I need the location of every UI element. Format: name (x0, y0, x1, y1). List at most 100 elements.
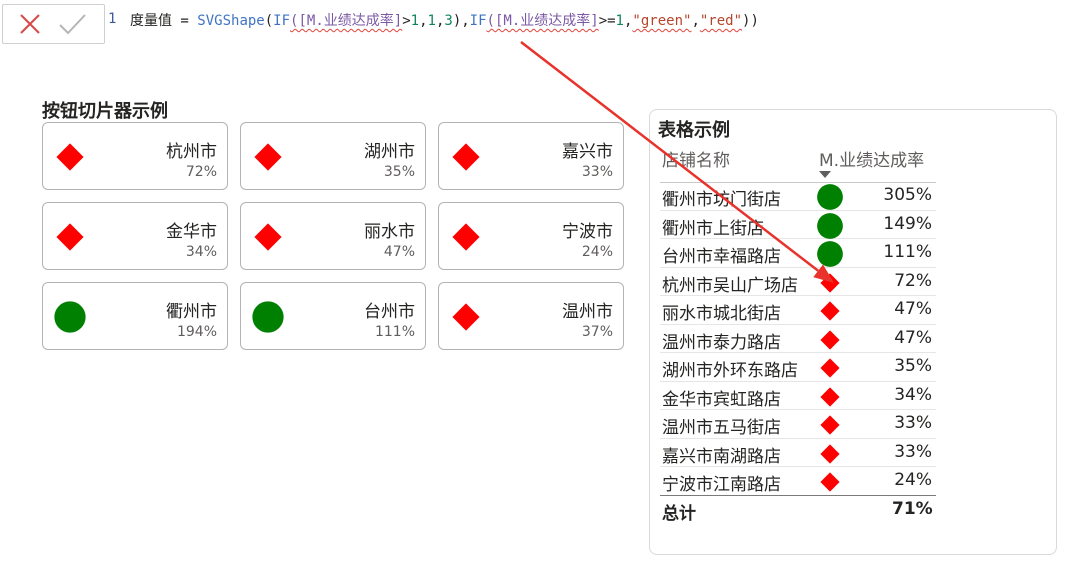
line-number: 1 (108, 11, 117, 27)
diamond-icon (820, 329, 840, 350)
table-row[interactable]: 丽水市城北街店 47% (660, 296, 936, 325)
slicer-tile[interactable]: 金华市 34% (42, 202, 228, 270)
circle-indicator (816, 240, 844, 268)
cancel-formula-button[interactable] (13, 11, 47, 37)
column-header-rate[interactable]: M.业绩达成率 (819, 146, 924, 171)
store-name: 金华市宾虹路店 (662, 389, 781, 410)
diamond-icon (452, 303, 480, 331)
rate-value: 33% (894, 441, 932, 462)
store-name: 杭州市吴山广场店 (662, 275, 798, 296)
table-row[interactable]: 衢州市坊门街店 305% (660, 182, 936, 211)
slicer-tile[interactable]: 丽水市 47% (240, 202, 426, 270)
slicer-tile[interactable]: 宁波市 24% (438, 202, 624, 270)
diamond-indicator (251, 220, 285, 254)
table-row[interactable]: 宁波市江南路店 24% (660, 467, 936, 496)
table-row[interactable]: 杭州市吴山广场店 72% (660, 268, 936, 299)
formula-token: , (419, 13, 428, 29)
table-row[interactable]: 湖州市外环东路店 35% (660, 353, 936, 382)
diamond-indicator (818, 271, 846, 299)
formula-token: 1 (615, 13, 624, 29)
diamond-indicator (251, 140, 285, 174)
diamond-icon (820, 443, 840, 464)
diamond-indicator (449, 140, 483, 174)
slicer-tile[interactable]: 台州市 111% (240, 282, 426, 350)
formula-buttons (2, 4, 105, 44)
formula-token: IF (273, 13, 291, 29)
store-name: 嘉兴市南湖路店 (662, 446, 781, 467)
store-name: 衢州市上街店 (662, 218, 764, 239)
total-divider (660, 495, 936, 496)
circle-icon (817, 241, 843, 267)
diamond-indicator (818, 470, 846, 498)
table-visual: 表格示例 店铺名称 M.业绩达成率 衢州市坊门街店 305% 衢州市上街店 149% 台… (649, 109, 1057, 555)
rate-value: 47% (894, 299, 932, 319)
table-row[interactable]: 台州市幸福路店 111% (660, 239, 936, 268)
rate-value: 305% (883, 185, 932, 205)
tile-city: 杭州市 (166, 142, 217, 162)
circle-indicator (816, 212, 844, 240)
table-body: 衢州市坊门街店 305% 衢州市上街店 149% 台州市幸福路店 111% 杭州市吴山广场店… (660, 182, 936, 496)
table-row[interactable]: 金华市宾虹路店 34% (660, 382, 936, 413)
column-header-store[interactable]: 店铺名称 (662, 146, 730, 171)
diamond-indicator (53, 220, 87, 254)
table-row[interactable]: 衢州市上街店 149% (660, 211, 936, 240)
table-row[interactable]: 温州市五马街店 33% (660, 410, 936, 439)
formula-editor[interactable]: 度量值 = SVGShape(IF([M.业绩达成率]>1,1,3),IF([M… (130, 10, 1070, 32)
sort-descending-icon[interactable] (819, 171, 831, 178)
diamond-indicator (818, 328, 846, 356)
slicer-tile[interactable]: 温州市 37% (438, 282, 624, 350)
tile-city: 丽水市 (364, 222, 415, 242)
rate-value: 33% (894, 413, 932, 433)
diamond-icon (820, 386, 840, 407)
slicer-tile[interactable]: 嘉兴市 33% (438, 122, 624, 190)
formula-token: ), (452, 13, 470, 29)
tile-rate: 24% (581, 244, 613, 260)
total-value: 71% (892, 499, 933, 519)
slicer-tile[interactable]: 衢州市 194% (42, 282, 228, 350)
store-name: 温州市泰力路店 (662, 332, 781, 353)
tile-city: 宁波市 (562, 222, 613, 242)
rate-value: 47% (894, 327, 932, 348)
table-row[interactable]: 嘉兴市南湖路店 33% (660, 439, 936, 467)
circle-indicator (53, 300, 87, 334)
formula-token: 度量值 = (130, 13, 198, 29)
formula-token: 3 (444, 13, 453, 29)
formula-token: IF (469, 13, 487, 29)
tile-rate: 72% (185, 164, 217, 180)
diamond-icon (56, 143, 84, 171)
circle-icon (252, 301, 284, 333)
tile-city: 台州市 (364, 302, 415, 322)
diamond-icon (820, 415, 840, 435)
diamond-indicator (449, 300, 483, 334)
formula-token: "red" (699, 13, 743, 29)
tile-city: 衢州市 (166, 302, 217, 322)
formula-token: ([M.业绩达成率] (486, 13, 599, 29)
diamond-indicator (53, 140, 87, 174)
formula-token: SVGShape (197, 13, 265, 29)
tile-city: 金华市 (166, 222, 217, 242)
circle-indicator (251, 300, 285, 334)
tile-rate: 194% (176, 324, 217, 340)
circle-indicator (816, 183, 844, 211)
formula-bar: 1 度量值 = SVGShape(IF([M.业绩达成率]>1,1,3),IF(… (0, 0, 1080, 44)
tile-rate: 37% (581, 324, 613, 340)
tile-rate: 35% (383, 164, 415, 180)
diamond-icon (820, 272, 840, 293)
slicer-tile[interactable]: 杭州市 72% (42, 122, 228, 190)
tile-rate: 47% (383, 244, 415, 260)
total-label: 总计 (662, 504, 696, 524)
tile-city: 温州市 (562, 302, 613, 322)
diamond-indicator (818, 413, 846, 441)
slicer-tile[interactable]: 湖州市 35% (240, 122, 426, 190)
formula-token: "green" (632, 13, 692, 29)
table-row[interactable]: 温州市泰力路店 47% (660, 325, 936, 356)
x-icon (20, 14, 40, 34)
diamond-indicator (818, 356, 846, 384)
slicer-title: 按钮切片器示例 (42, 101, 168, 122)
diamond-icon (820, 358, 840, 378)
table-title: 表格示例 (658, 120, 730, 141)
tile-rate: 34% (185, 244, 217, 260)
diamond-indicator (818, 385, 846, 413)
commit-formula-button[interactable] (55, 11, 89, 37)
store-name: 湖州市外环东路店 (662, 361, 798, 381)
